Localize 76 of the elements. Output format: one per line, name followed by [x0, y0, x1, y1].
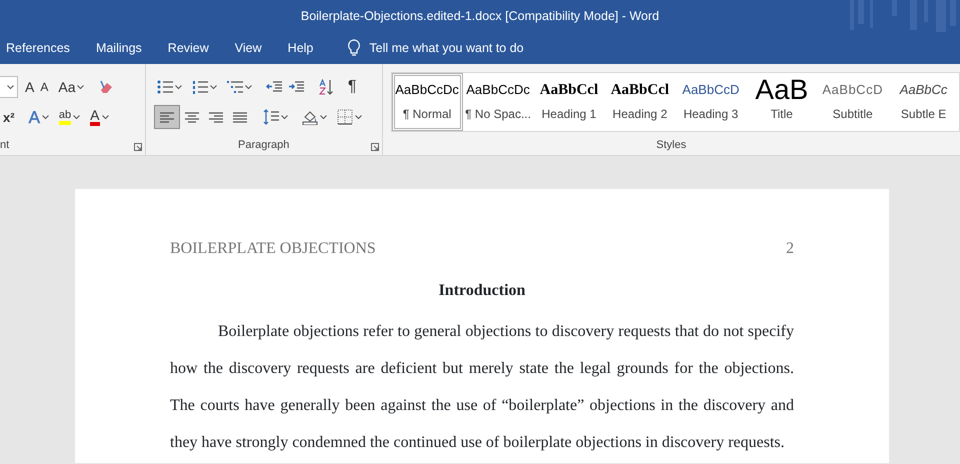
style-name: Heading 3 [683, 106, 738, 123]
caret-icon [174, 84, 182, 90]
ribbon-tab[interactable]: Review [168, 38, 209, 58]
group-label: Paragraph [238, 138, 290, 152]
numbering-icon [192, 80, 208, 94]
show-formatting-marks-button[interactable]: ¶ [344, 75, 360, 99]
page-header: BOILERPLATE OBJECTIONS [170, 239, 376, 259]
caret-icon [244, 84, 252, 90]
caret-icon [73, 114, 80, 120]
change-case-button[interactable]: Aa [55, 75, 88, 99]
caret-icon [102, 114, 108, 120]
caret-icon [354, 114, 362, 120]
shrink-font-button[interactable]: A [37, 75, 52, 99]
line-spacing-icon [262, 109, 279, 125]
text-effects-button[interactable]: A [26, 105, 52, 129]
style-name: ¶ Normal [402, 106, 452, 123]
caret-icon [210, 84, 217, 90]
style-item[interactable]: AaBbCcl Heading 1 [534, 73, 604, 131]
eraser-icon [98, 79, 114, 95]
style-item[interactable]: AaB Title [746, 73, 818, 131]
dialog-launcher-icon [370, 143, 379, 151]
style-preview: AaBbCcl [540, 81, 598, 99]
bullets-icon [156, 80, 173, 94]
align-right-icon [206, 110, 225, 124]
paint-bucket-icon [302, 109, 318, 125]
style-item[interactable]: AaBbCcDc ¶ Normal [392, 73, 463, 131]
style-name: Title [770, 106, 793, 123]
style-preview: AaBbCc [900, 81, 948, 99]
page-number: 2 [786, 239, 794, 259]
style-preview: AaBbCcl [610, 81, 670, 99]
group-label: Styles [656, 138, 686, 152]
highlight-button[interactable]: ab [56, 105, 84, 129]
lightbulb-icon [347, 39, 362, 57]
increase-indent-icon [288, 80, 304, 94]
ribbon-tab[interactable]: View [234, 38, 262, 58]
style-item[interactable]: AaBbCcDc ¶ No Spac... [462, 73, 534, 131]
style-preview: AaBbCcD [682, 81, 740, 99]
window-title: Boilerplate-Objections.edited-1.docx [Compatibility Mode] - Word [300, 8, 660, 25]
caret-icon [7, 84, 14, 90]
ribbon-tab[interactable]: Help [288, 38, 314, 58]
ribbon-tab[interactable]: References [6, 38, 70, 58]
align-left-icon [158, 110, 176, 124]
group-label: nt [0, 138, 10, 152]
caret-icon [42, 114, 49, 120]
style-preview: AaBbCcD [822, 81, 883, 99]
caret-icon [77, 84, 84, 90]
caret-icon [320, 114, 327, 120]
style-preview: AaBbCcDc [466, 81, 530, 99]
align-left-button[interactable] [154, 105, 180, 129]
style-preview: AaB [755, 81, 808, 99]
style-name: Heading 2 [612, 106, 668, 123]
font-size-dropdown[interactable] [0, 76, 18, 98]
style-name: ¶ No Spac... [465, 106, 531, 123]
style-name: Subtitle [832, 106, 873, 123]
superscript-button[interactable]: x² [0, 105, 18, 129]
style-preview: AaBbCcDc [395, 81, 459, 99]
style-item[interactable]: AaBbCcD Subtitle [817, 73, 888, 131]
style-item[interactable]: AaBbCcD Heading 3 [675, 73, 746, 131]
borders-icon [336, 109, 353, 125]
style-name: Heading 1 [542, 106, 596, 123]
caret-icon [280, 114, 288, 120]
dialog-launcher-icon [134, 143, 142, 151]
tell-me-search[interactable]: Tell me what you want to do [369, 38, 524, 58]
sort-icon [318, 79, 334, 95]
justify-icon [230, 110, 249, 124]
style-item[interactable]: AaBbCc Subtle E [888, 73, 960, 131]
multilevel-list-icon [226, 80, 243, 94]
heading: Introduction [438, 282, 526, 299]
style-item[interactable]: AaBbCcl Heading 2 [604, 73, 676, 131]
grow-font-button[interactable]: A [22, 75, 38, 99]
ribbon-tab[interactable]: Mailings [96, 38, 142, 58]
font-color-button[interactable]: A [87, 105, 112, 129]
body-paragraph: Boilerplate objections refer to general objections to discovery requests that do not specify how the discovery requests are deficient but merely state the legal grounds for the objections. The courts have generally been against the use of “boilerplate” objections in the discovery and they have strongly condemned the continued use of boilerplate objections in discovery requests. [170, 322, 794, 453]
style-name: Subtle E [900, 106, 946, 123]
decrease-indent-icon [266, 80, 282, 94]
align-center-icon [182, 110, 201, 124]
